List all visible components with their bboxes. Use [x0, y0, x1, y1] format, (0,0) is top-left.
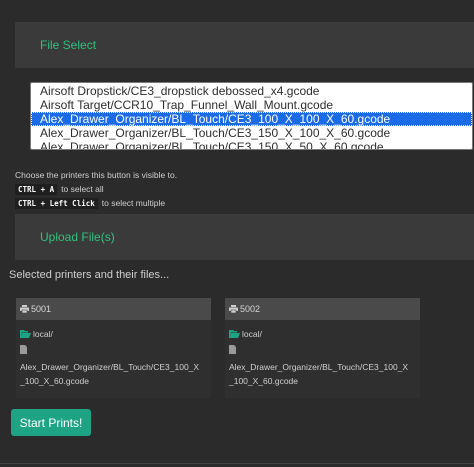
upload-title[interactable]: Upload File(s) — [40, 230, 115, 244]
file-icon — [20, 345, 27, 356]
file-option[interactable]: Alex_Drawer_Organizer/BL_Touch/CE3_150_X… — [31, 140, 472, 149]
printer-card: 5001 local/ Alex_Drawer_Organizer/BL_Tou… — [16, 298, 211, 398]
file-icon — [229, 345, 236, 356]
file-option[interactable]: Alex_Drawer_Organizer/BL_Touch/CE3_150_X… — [31, 126, 472, 140]
file-select-title[interactable]: File Select — [40, 38, 96, 52]
printer-port: 5001 — [31, 304, 52, 314]
printer-card-header: 5002 — [225, 298, 420, 320]
printer-visibility-hint: Choose the printers this button is visib… — [15, 170, 178, 180]
printer-file: Alex_Drawer_Organizer/BL_Touch/CE3_100_X… — [20, 362, 200, 386]
printer-file: Alex_Drawer_Organizer/BL_Touch/CE3_100_X… — [229, 362, 409, 386]
select-all-text: to select all — [61, 184, 104, 194]
printer-folder: local/ — [242, 329, 262, 339]
printer-port: 5002 — [240, 304, 261, 314]
file-option-selected[interactable]: Alex_Drawer_Organizer/BL_Touch/CE3_100_X… — [31, 112, 472, 126]
printer-card: 5002 local/ Alex_Drawer_Organizer/BL_Tou… — [225, 298, 420, 398]
printer-folder: local/ — [33, 329, 53, 339]
selected-printers-heading: Selected printers and their files... — [9, 269, 170, 281]
printer-card-header: 5001 — [16, 298, 211, 320]
select-multiple-text: to select multiple — [101, 198, 166, 208]
folder-open-icon — [20, 329, 31, 340]
upload-panel[interactable]: Upload File(s) — [15, 214, 474, 260]
select-all-hint: CTRL + Ato select all — [15, 184, 104, 195]
printer-icon — [229, 299, 238, 321]
divider — [0, 463, 474, 464]
printer-icon — [20, 299, 29, 321]
ctrl-a-key: CTRL + A — [15, 184, 58, 195]
select-multiple-hint: CTRL + Left Click to select multiple — [15, 198, 166, 209]
file-option[interactable]: Airsoft Target/CCR10_Trap_Funnel_Wall_Mo… — [31, 98, 472, 112]
file-listbox[interactable]: Airsoft Dropstick/CE3_dropstick debossed… — [30, 82, 473, 150]
ctrl-click-key: CTRL + Left Click — [15, 198, 98, 209]
start-prints-button[interactable]: Start Prints! — [11, 409, 91, 436]
file-select-panel[interactable]: File Select — [15, 22, 474, 68]
file-option[interactable]: Airsoft Dropstick/CE3_dropstick debossed… — [31, 84, 472, 98]
folder-open-icon — [229, 329, 240, 340]
